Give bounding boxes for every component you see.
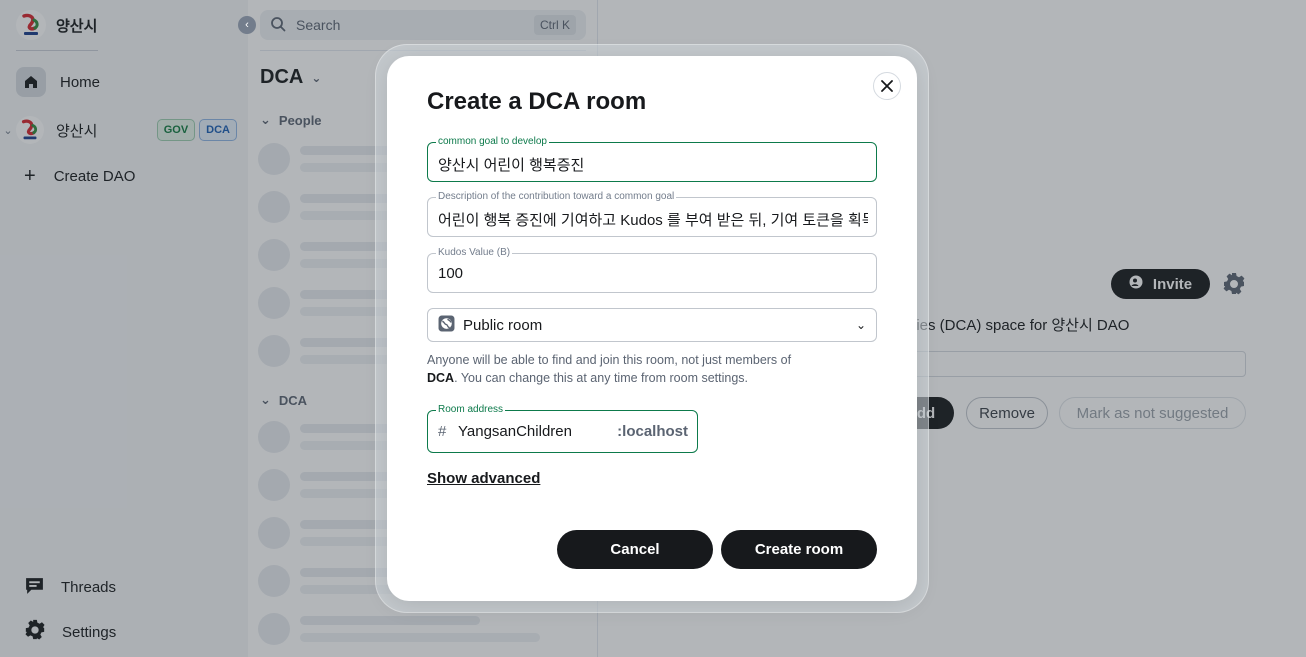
address-prefix: # bbox=[438, 423, 447, 440]
visibility-select[interactable]: Public room ⌄ bbox=[427, 308, 877, 342]
cancel-button[interactable]: Cancel bbox=[557, 530, 713, 569]
field-label: Room address bbox=[436, 404, 506, 416]
chevron-down-icon: ⌄ bbox=[855, 318, 866, 332]
close-icon[interactable] bbox=[873, 72, 901, 100]
address-alias: YangsanChildren bbox=[458, 423, 572, 440]
dialog-title: Create a DCA room bbox=[427, 88, 647, 115]
description-field[interactable]: Description of the contribution toward a… bbox=[427, 191, 877, 237]
field-label: Description of the contribution toward a… bbox=[436, 191, 677, 203]
visibility-value: Public room bbox=[463, 316, 543, 334]
show-advanced-link[interactable]: Show advanced bbox=[427, 470, 540, 487]
visibility-help-text: Anyone will be able to find and join thi… bbox=[427, 353, 792, 385]
common-goal-field[interactable]: common goal to develop 양산시 어린이 행복증진 bbox=[427, 136, 877, 182]
field-label: common goal to develop bbox=[436, 136, 549, 148]
field-value: 100 bbox=[438, 265, 464, 282]
field-value: 어린이 행복 증진에 기여하고 Kudos 를 부여 받은 뒤, 기여 토큰을 … bbox=[438, 212, 868, 229]
address-domain: :localhost bbox=[617, 423, 688, 440]
collapse-sidebar-button[interactable]: ‹ bbox=[238, 16, 256, 34]
globe-icon bbox=[438, 315, 455, 336]
field-value: 양산시 어린이 행복증진 bbox=[438, 157, 585, 174]
create-room-dialog: Create a DCA room common goal to develop… bbox=[387, 56, 917, 601]
kudos-value-field[interactable]: Kudos Value (B) 100 bbox=[427, 247, 877, 293]
field-label: Kudos Value (B) bbox=[436, 247, 513, 259]
create-room-button[interactable]: Create room bbox=[721, 530, 877, 569]
room-address-field[interactable]: Room address # YangsanChildren :localhos… bbox=[427, 404, 698, 453]
help-space-name: DCA bbox=[427, 371, 455, 385]
